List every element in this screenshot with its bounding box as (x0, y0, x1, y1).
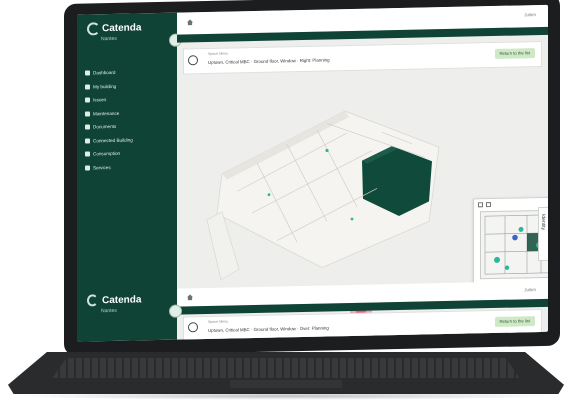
catenda-logo-icon (87, 294, 98, 307)
sidebar-item-services[interactable]: Services (85, 159, 173, 174)
catenda-logo-icon (87, 22, 98, 34)
sidebar: Catenda Nantes Dashboard My building Iss… (77, 12, 177, 342)
chart-icon (85, 70, 90, 76)
identity-panel-tab[interactable]: Identity (538, 206, 548, 262)
laptop-shadow (10, 392, 562, 400)
sidebar-item-label: Services (93, 164, 111, 171)
breadcrumb: Space Menu (208, 319, 229, 324)
expand-icon[interactable] (478, 202, 483, 208)
space-path: Uptown, Critical MBC · Ground floor, Win… (208, 325, 329, 333)
sidebar-item-label: My building (93, 83, 117, 90)
logo: Catenda (87, 21, 141, 34)
sidebar-item-label: Documents (93, 124, 117, 130)
app-screen: Catenda Nantes Dashboard My building Iss… (77, 4, 548, 342)
flag-icon (85, 97, 90, 103)
sidebar-item-label: Connected Building (93, 137, 133, 144)
layers-icon[interactable] (486, 202, 491, 208)
locate-icon[interactable] (188, 55, 198, 66)
network-icon (85, 138, 90, 144)
return-to-list-button[interactable]: Return to the list (494, 48, 535, 59)
building-icon (85, 84, 90, 90)
project-name: Nantes (101, 307, 117, 315)
3d-viewer[interactable]: Ground floor Identity (177, 67, 548, 323)
document-icon (85, 124, 90, 130)
identity-tab-label: Identity (540, 213, 546, 231)
brand-name: Catenda (102, 21, 142, 34)
sidebar-item-label: Issues (93, 97, 107, 103)
settings-icon (85, 165, 90, 171)
user-menu[interactable]: Julien (524, 12, 536, 17)
laptop-lid: Catenda Nantes Dashboard My building Iss… (64, 0, 560, 356)
sidebar-item-label: Maintenance (93, 110, 120, 117)
main-content: Julien Space Menu Uptown, Critical MBC ·… (177, 4, 548, 341)
pin-icon (85, 151, 90, 157)
user-menu[interactable]: Julien (524, 287, 536, 292)
brand-name: Catenda (102, 293, 142, 306)
space-path: Uptown, Critical MBC · Ground floor, Win… (208, 57, 330, 65)
logo-secondary: Catenda (87, 293, 142, 307)
sidebar-nav: Dashboard My building Issues Maintenance… (85, 65, 173, 175)
sidebar-item-label: Dashboard (93, 70, 116, 76)
project-name: Nantes (101, 35, 117, 43)
sidebar-item-label: Consumption (93, 151, 121, 157)
laptop-keyboard-base (8, 352, 564, 394)
space-header-secondary: Space Menu Uptown, Critical MBC · Ground… (183, 308, 542, 341)
return-to-list-button[interactable]: Return to the list (494, 316, 535, 327)
locate-icon[interactable] (188, 322, 198, 333)
home-icon[interactable] (187, 19, 193, 25)
tools-icon (85, 111, 90, 117)
home-icon[interactable] (187, 294, 193, 300)
breadcrumb: Space Menu (208, 51, 229, 56)
